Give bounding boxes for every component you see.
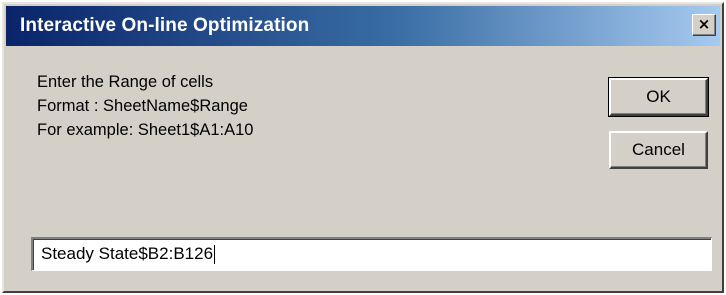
dialog-window: Interactive On-line Optimization × Enter… [2,2,724,293]
window-title: Interactive On-line Optimization [20,15,310,36]
cancel-button-label: Cancel [632,140,685,159]
text-caret [214,245,216,265]
close-button[interactable]: × [692,14,716,36]
ok-button[interactable]: OK [608,77,709,117]
range-input-value: Steady State$B2:B126 [41,244,214,263]
instruction-line-1: Enter the Range of cells [37,73,214,91]
instruction-line-3: For example: Sheet1$A1:A10 [37,121,254,139]
title-bar[interactable]: Interactive On-line Optimization × [6,6,720,46]
instruction-text: Enter the Range of cells Format : SheetN… [37,70,253,142]
instruction-line-2: Format : SheetName$Range [37,97,248,115]
range-input[interactable]: Steady State$B2:B126 [31,237,712,271]
close-icon: × [697,15,711,33]
cancel-button[interactable]: Cancel [609,131,708,169]
ok-button-label: OK [646,87,671,106]
